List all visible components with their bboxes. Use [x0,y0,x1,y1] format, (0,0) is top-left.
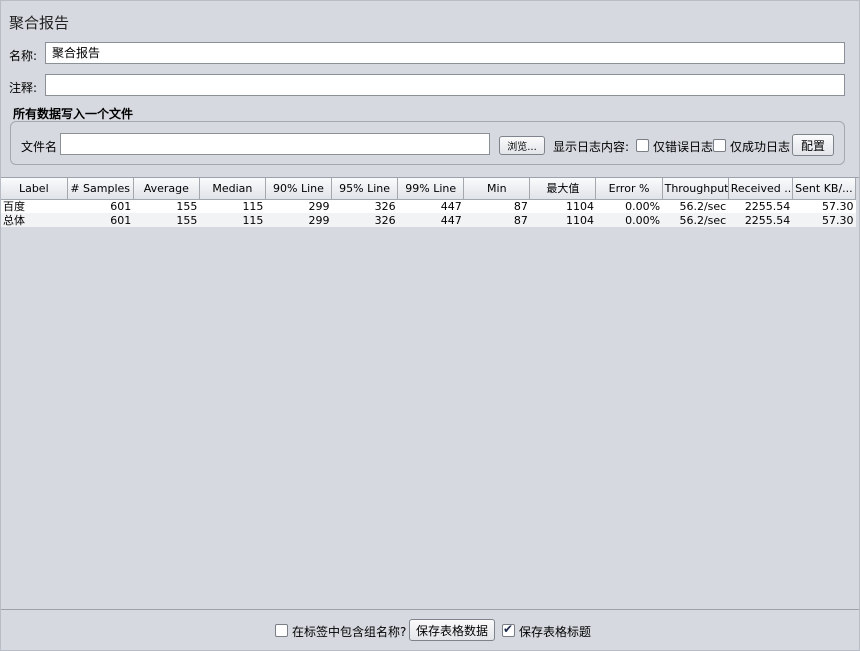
table-cell: 155 [133,213,200,227]
name-field[interactable]: 聚合报告 [45,42,845,64]
table-cell: 447 [397,213,464,227]
name-label: 名称: [9,49,38,63]
table-row[interactable]: 总体 601 155 115 299 326 447 87 1104 0.00% 56.2/sec 2… [1,213,856,227]
panel-title: 聚合报告 [9,14,70,32]
save-header-label: 保存表格标题 [519,625,592,639]
filename-label: 文件名 [21,140,58,154]
table-cell: 326 [331,199,398,213]
table-cell: 56.2/sec [662,199,729,213]
table-cell: 601 [67,199,134,213]
log-display-label: 显示日志内容: [553,140,630,154]
results-table: Label # Samples Average Median 90% Line 95% L… [1,178,857,227]
table-header-row: Label # Samples Average Median 90% Line 95% L… [1,178,857,200]
browse-button[interactable]: 浏览... [499,136,545,155]
table-cell: 115 [199,199,266,213]
errors-only-label: 仅错误日志 [653,140,714,154]
table-cell: 115 [199,213,266,227]
table-cell: 299 [265,199,332,213]
footer-bar: 在标签中包含组名称? 保存表格数据 保存表格标题 [1,612,859,650]
table-cell: 2255.54 [728,199,793,213]
table-cell: 2255.54 [728,213,793,227]
column-header[interactable]: Label [1,178,68,200]
save-header-checkbox[interactable] [502,622,515,637]
table-cell: 1104 [529,199,596,213]
table-cell: 601 [67,213,134,227]
include-group-checkbox[interactable] [275,624,288,637]
table-cell: 299 [265,213,332,227]
results-table-area[interactable]: Label # Samples Average Median 90% Line 95% L… [1,177,859,610]
table-cell: 87 [463,199,530,213]
table-cell: 326 [331,213,398,227]
column-header[interactable]: Throughput [662,178,729,200]
table-cell: 57.30 [792,213,856,227]
table-cell: 总体 [1,213,68,227]
errors-only-checkbox[interactable] [636,139,649,152]
table-row[interactable]: 百度 601 155 115 299 326 447 87 1104 0.00% 56.2/sec 2… [1,199,856,213]
success-only-label: 仅成功日志 [730,140,791,154]
table-cell: 57.30 [792,199,856,213]
file-section-title: 所有数据写入一个文件 [13,107,134,121]
column-header[interactable]: Average [133,178,200,200]
save-table-data-button[interactable]: 保存表格数据 [409,619,495,641]
table-cell: 447 [397,199,464,213]
table-body: 百度 601 155 115 299 326 447 87 1104 0.00% 56.2/sec 2… [1,199,856,227]
table-cell: 56.2/sec [662,213,729,227]
configure-button[interactable]: 配置 [792,134,834,156]
aggregate-report-panel: 聚合报告 名称: 聚合报告 注释: 所有数据写入一个文件 文件名 浏览... 显… [0,0,860,651]
column-header[interactable]: Sent KB/... [792,178,857,200]
include-group-label: 在标签中包含组名称? [292,625,407,639]
table-cell: 0.00% [595,199,663,213]
comment-field[interactable] [45,74,845,96]
column-header[interactable]: 最大值 [529,178,597,200]
column-header[interactable]: Median [199,178,266,200]
column-header[interactable]: 99% Line [397,178,465,200]
table-cell: 155 [133,199,200,213]
table-cell: 87 [463,213,530,227]
table-cell: 百度 [1,199,68,213]
column-header[interactable]: 95% Line [331,178,399,200]
column-header[interactable]: Error % [595,178,663,200]
success-only-checkbox[interactable] [713,139,726,152]
comment-label: 注释: [9,81,38,95]
filename-field[interactable] [60,133,490,155]
column-header[interactable]: Received ... [728,178,793,200]
column-header[interactable]: 90% Line [265,178,333,200]
table-cell: 0.00% [595,213,663,227]
column-header[interactable]: # Samples [67,178,134,200]
table-cell: 1104 [529,213,596,227]
column-header[interactable]: Min [463,178,531,200]
